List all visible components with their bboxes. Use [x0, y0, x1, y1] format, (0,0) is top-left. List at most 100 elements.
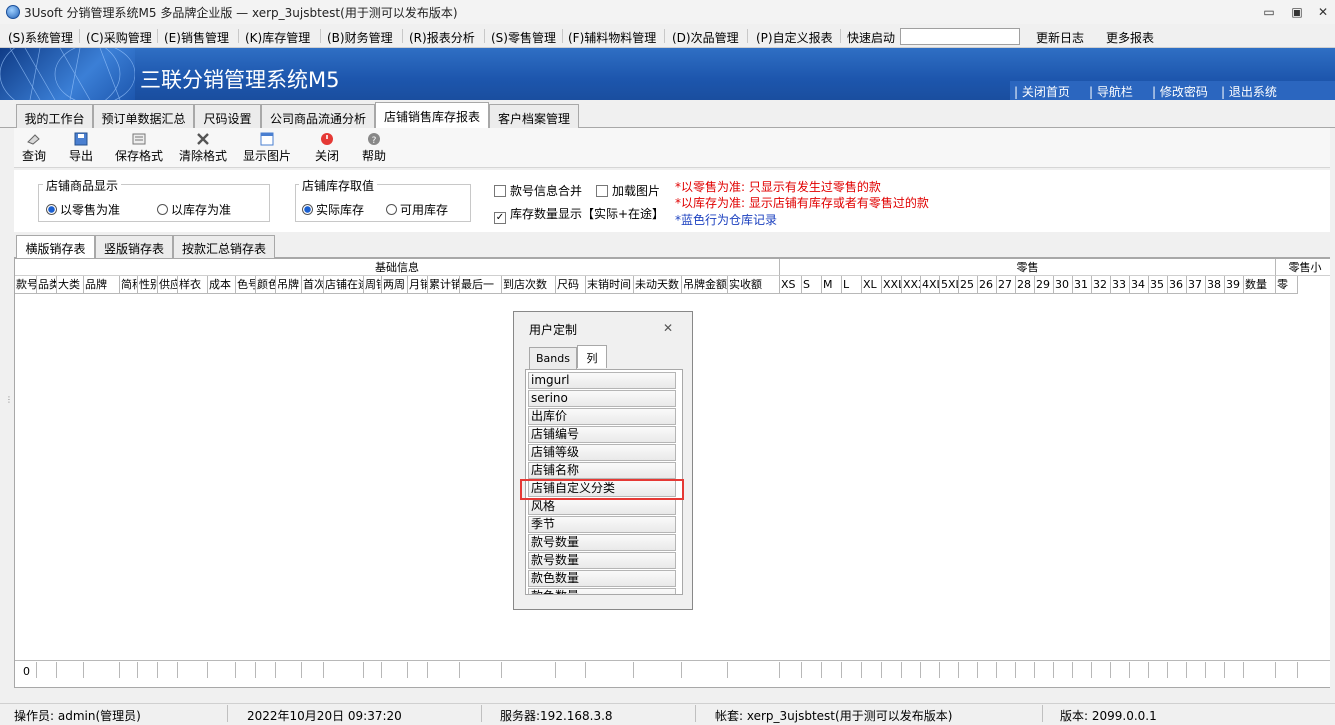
radio-retail-basis[interactable]: 以零售为准	[46, 201, 120, 218]
export-button[interactable]: 导出	[67, 132, 95, 164]
column-list-item[interactable]: 款号数量	[528, 534, 676, 551]
menu-finance[interactable]: (B)财务管理	[327, 29, 393, 46]
menu-materials[interactable]: (F)辅料物料管理	[568, 29, 656, 46]
column-header[interactable]: 31	[1073, 276, 1092, 294]
tab-vertical-report[interactable]: 竖版销存表	[95, 235, 173, 258]
column-header[interactable]: 到店次数	[502, 276, 556, 294]
help-button[interactable]: ? 帮助	[360, 132, 388, 164]
close-button[interactable]: 关闭	[313, 132, 341, 164]
column-list-item[interactable]: 店铺等级	[528, 444, 676, 461]
column-header[interactable]: 30	[1054, 276, 1073, 294]
nav-bar-link[interactable]: | 导航栏	[1089, 83, 1133, 100]
column-header[interactable]: 28	[1016, 276, 1035, 294]
column-header[interactable]: 零	[1276, 276, 1298, 294]
column-header[interactable]: 4XL	[921, 276, 940, 294]
radio-actual-stock[interactable]: 实际库存	[302, 201, 364, 218]
column-header[interactable]: 35	[1149, 276, 1168, 294]
column-header[interactable]: 5XL	[940, 276, 959, 294]
menu-system[interactable]: (S)系统管理	[8, 29, 73, 46]
column-header[interactable]: 简称	[120, 276, 138, 294]
column-header[interactable]: 实收额	[728, 276, 780, 294]
column-list-item[interactable]: 出库价	[528, 408, 676, 425]
column-header[interactable]: 32	[1092, 276, 1111, 294]
radio-stock-basis[interactable]: 以库存为准	[157, 201, 231, 218]
load-image-checkbox[interactable]: 加载图片	[596, 182, 660, 199]
band-retail[interactable]: 零售	[780, 259, 1276, 276]
radio-available-stock[interactable]: 可用库存	[386, 201, 448, 218]
column-header[interactable]: 月销	[408, 276, 428, 294]
clear-format-button[interactable]: 清除格式	[177, 132, 229, 164]
band-retail-subtotal[interactable]: 零售小	[1276, 259, 1335, 276]
column-header[interactable]: 末销时间	[586, 276, 634, 294]
column-list-item[interactable]: 店铺名称	[528, 462, 676, 479]
column-header[interactable]: 37	[1187, 276, 1206, 294]
menu-more-reports[interactable]: 更多报表	[1106, 29, 1154, 46]
column-header[interactable]: 27	[997, 276, 1016, 294]
tab-customer-archive[interactable]: 客户档案管理	[489, 104, 579, 128]
dialog-tab-bands[interactable]: Bands	[529, 347, 577, 369]
column-header[interactable]: XS	[780, 276, 802, 294]
stock-qty-checkbox[interactable]: ✓ 库存数量显示【实际+在途】	[494, 205, 664, 224]
column-header[interactable]: 33	[1111, 276, 1130, 294]
menu-sales[interactable]: (E)销售管理	[164, 29, 229, 46]
column-header[interactable]: 周销	[364, 276, 382, 294]
column-header[interactable]: 大类	[57, 276, 84, 294]
logout-link[interactable]: | 退出系统	[1221, 83, 1277, 100]
menu-retail[interactable]: (S)零售管理	[491, 29, 556, 46]
column-header[interactable]: 店铺在途	[324, 276, 364, 294]
tab-size-settings[interactable]: 尺码设置	[194, 104, 261, 128]
tab-store-sales-stock[interactable]: 店铺销售库存报表	[375, 102, 489, 129]
tab-style-summary-report[interactable]: 按款汇总销存表	[173, 235, 275, 258]
column-header[interactable]: 首次	[302, 276, 324, 294]
column-header[interactable]: 成本	[208, 276, 236, 294]
minimize-button[interactable]: ▭	[1259, 3, 1279, 21]
column-header[interactable]: 38	[1206, 276, 1225, 294]
column-list-item[interactable]: imgurl	[528, 372, 676, 389]
column-list-item[interactable]: 款色数量	[528, 570, 676, 587]
menu-reports[interactable]: (R)报表分析	[409, 29, 475, 46]
column-header[interactable]: 样衣	[178, 276, 208, 294]
menu-inventory[interactable]: (K)库存管理	[245, 29, 310, 46]
column-header[interactable]: 色号	[236, 276, 256, 294]
column-header[interactable]: 品类	[37, 276, 57, 294]
column-header[interactable]: 最后一	[460, 276, 502, 294]
column-header[interactable]: XL	[862, 276, 882, 294]
column-header[interactable]: 未动天数	[634, 276, 682, 294]
menu-custom-report[interactable]: (P)自定义报表	[756, 29, 833, 46]
column-list-item[interactable]: 款色数量	[528, 588, 676, 594]
change-password-link[interactable]: | 修改密码	[1152, 83, 1208, 100]
column-header[interactable]: 两周	[382, 276, 408, 294]
column-header[interactable]: S	[802, 276, 822, 294]
column-header[interactable]: 25	[959, 276, 978, 294]
merge-style-checkbox[interactable]: 款号信息合并	[494, 182, 582, 199]
column-header[interactable]: XXL	[882, 276, 902, 294]
column-header[interactable]: 29	[1035, 276, 1054, 294]
tab-goods-circulation[interactable]: 公司商品流通分析	[261, 104, 375, 128]
column-list-item[interactable]: 季节	[528, 516, 676, 533]
column-header[interactable]: 吊牌金额	[682, 276, 728, 294]
tab-workbench[interactable]: 我的工作台	[16, 104, 93, 128]
close-window-button[interactable]: ✕	[1313, 3, 1333, 21]
dialog-tab-columns[interactable]: 列	[577, 345, 607, 368]
save-format-button[interactable]: 保存格式	[113, 132, 165, 164]
column-header[interactable]: 款号	[15, 276, 37, 294]
quick-start-input[interactable]	[900, 28, 1020, 45]
column-header[interactable]: 36	[1168, 276, 1187, 294]
column-header[interactable]: 颜色	[256, 276, 276, 294]
column-header[interactable]: XXXL	[902, 276, 921, 294]
column-list-item[interactable]: 风格	[528, 498, 676, 515]
column-header[interactable]: M	[822, 276, 842, 294]
tab-preorder-summary[interactable]: 预订单数据汇总	[93, 104, 194, 128]
column-header[interactable]: 性别	[138, 276, 158, 294]
column-list-item[interactable]: serino	[528, 390, 676, 407]
column-header[interactable]: 数量	[1244, 276, 1276, 294]
column-header[interactable]: 26	[978, 276, 997, 294]
column-header[interactable]: 39	[1225, 276, 1244, 294]
column-header[interactable]: 供应	[158, 276, 178, 294]
column-header[interactable]: 尺码	[556, 276, 586, 294]
show-image-button[interactable]: 显示图片	[241, 132, 293, 164]
column-header[interactable]: 34	[1130, 276, 1149, 294]
tab-horizontal-report[interactable]: 横版销存表	[16, 235, 95, 259]
column-list-item[interactable]: 款号数量	[528, 552, 676, 569]
maximize-button[interactable]: ▣	[1287, 3, 1307, 21]
